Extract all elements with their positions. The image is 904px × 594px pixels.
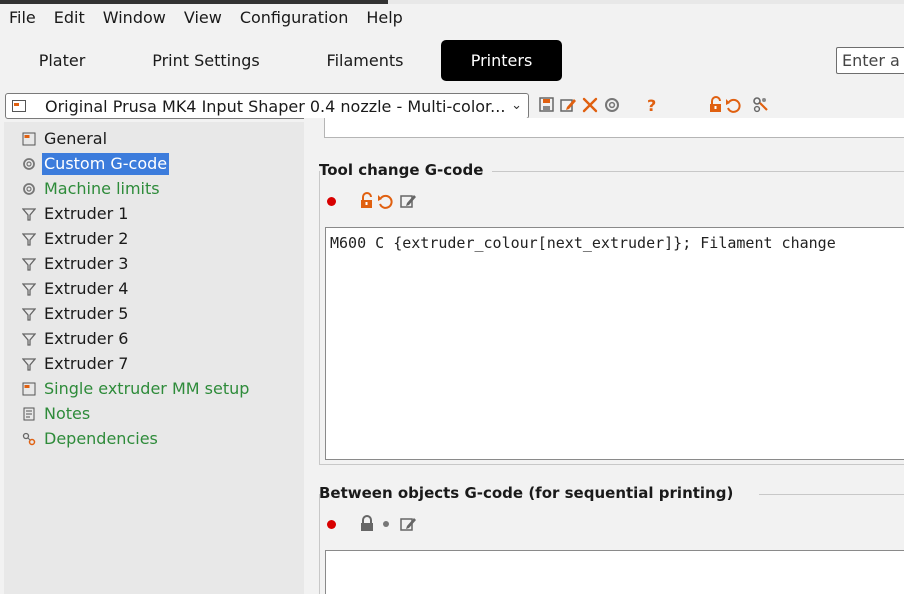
tab-printers[interactable]: Printers <box>441 40 562 81</box>
sidebar-item-extruder-1[interactable]: Extruder 1 <box>22 203 130 225</box>
tab-print-settings[interactable]: Print Settings <box>130 40 282 81</box>
funnel-icon <box>22 258 36 271</box>
menu-edit[interactable]: Edit <box>45 5 94 31</box>
unlock-icon[interactable] <box>707 96 725 114</box>
sidebar-item-notes[interactable]: Notes <box>22 403 92 425</box>
sidebar-item-extruder-4[interactable]: Extruder 4 <box>22 278 130 300</box>
funnel-icon <box>22 208 36 221</box>
chevron-down-icon: ⌄ <box>511 98 522 113</box>
sidebar-item-label: Extruder 3 <box>44 254 129 273</box>
menu-file[interactable]: File <box>0 5 45 31</box>
sidebar-item-label: Custom G-code <box>42 153 170 175</box>
general-page-icon <box>22 382 36 396</box>
printer-preset-select[interactable]: Original Prusa MK4 Input Shaper 0.4 nozz… <box>5 93 529 119</box>
delete-icon[interactable] <box>581 96 599 114</box>
funnel-icon <box>22 233 36 246</box>
menu-bar: File Edit Window View Configuration Help <box>0 4 904 32</box>
sidebar-item-extruder-7[interactable]: Extruder 7 <box>22 353 130 375</box>
tab-plater[interactable]: Plater <box>4 40 120 81</box>
system-value-red-dot-icon <box>327 197 336 206</box>
menu-window[interactable]: Window <box>94 5 175 31</box>
gear-icon <box>23 158 35 170</box>
sidebar-item-label: Extruder 5 <box>44 304 129 323</box>
dot-bullet-icon <box>383 521 389 527</box>
sidebar-item-label: Single extruder MM setup <box>44 379 250 398</box>
system-value-red-dot-icon <box>327 520 336 529</box>
sidebar-item-extruder-6[interactable]: Extruder 6 <box>22 328 130 350</box>
printer-preset-icon <box>12 100 26 112</box>
app-window: File Edit Window View Configuration Help… <box>0 0 904 594</box>
sidebar-item-extruder-5[interactable]: Extruder 5 <box>22 303 130 325</box>
lock-icon[interactable] <box>358 515 376 533</box>
menu-configuration[interactable]: Configuration <box>231 5 358 31</box>
help-question-icon[interactable]: ? <box>643 96 661 114</box>
search-input[interactable]: Enter a <box>836 47 904 74</box>
menu-help[interactable]: Help <box>357 5 411 31</box>
funnel-icon <box>22 358 36 371</box>
edit-physical-printer-icon[interactable] <box>752 96 770 114</box>
sidebar-item-dependencies[interactable]: Dependencies <box>22 428 160 450</box>
sidebar-item-label: Extruder 2 <box>44 229 129 248</box>
save-icon[interactable] <box>538 96 556 114</box>
sidebar-item-label: Machine limits <box>44 179 160 198</box>
undo-arrow-icon[interactable] <box>376 192 394 210</box>
funnel-icon <box>22 283 36 296</box>
undo-arrow-icon[interactable] <box>724 96 742 114</box>
sidebar-item-label: General <box>44 129 108 148</box>
funnel-icon <box>22 333 36 346</box>
sidebar-item-single-extruder-mm[interactable]: Single extruder MM setup <box>22 378 251 400</box>
compare-gear-icon[interactable] <box>603 96 621 114</box>
printer-preset-value: Original Prusa MK4 Input Shaper 0.4 nozz… <box>45 96 506 116</box>
sidebar-item-label: Extruder 1 <box>44 204 129 223</box>
tab-filaments[interactable]: Filaments <box>302 40 428 81</box>
main-tabs: Plater Print Settings Filaments Printers <box>4 40 904 81</box>
sidebar-item-extruder-3[interactable]: Extruder 3 <box>22 253 130 275</box>
sidebar-item-label: Notes <box>44 404 91 423</box>
sidebar-item-extruder-2[interactable]: Extruder 2 <box>22 228 130 250</box>
settings-sidebar: General Custom G-code Machine limits Ext… <box>4 122 304 594</box>
unlock-icon[interactable] <box>358 192 376 210</box>
notes-icon <box>23 407 35 421</box>
menu-view[interactable]: View <box>175 5 231 31</box>
edit-icon[interactable] <box>399 192 417 210</box>
between-objects-gcode-editor[interactable] <box>325 550 904 594</box>
funnel-icon <box>22 308 36 321</box>
sidebar-item-machine-limits[interactable]: Machine limits <box>22 178 162 200</box>
svg-text:?: ? <box>647 96 656 114</box>
dependencies-icon <box>22 432 36 446</box>
sidebar-item-custom-gcode[interactable]: Custom G-code <box>22 153 170 175</box>
edit-icon[interactable] <box>399 515 417 533</box>
settings-content: Tool change G-code M600 C {extruder_colo… <box>304 118 904 594</box>
sidebar-item-label: Extruder 4 <box>44 279 129 298</box>
previous-code-area[interactable] <box>324 118 904 138</box>
gear-icon <box>23 183 35 195</box>
sidebar-item-general[interactable]: General <box>22 128 109 150</box>
tool-change-gcode-editor[interactable]: M600 C {extruder_colour[next_extruder]};… <box>325 227 904 460</box>
rename-icon[interactable] <box>559 96 577 114</box>
general-page-icon <box>22 132 36 146</box>
sidebar-item-label: Extruder 6 <box>44 329 129 348</box>
sidebar-item-label: Dependencies <box>44 429 158 448</box>
sidebar-item-label: Extruder 7 <box>44 354 129 373</box>
